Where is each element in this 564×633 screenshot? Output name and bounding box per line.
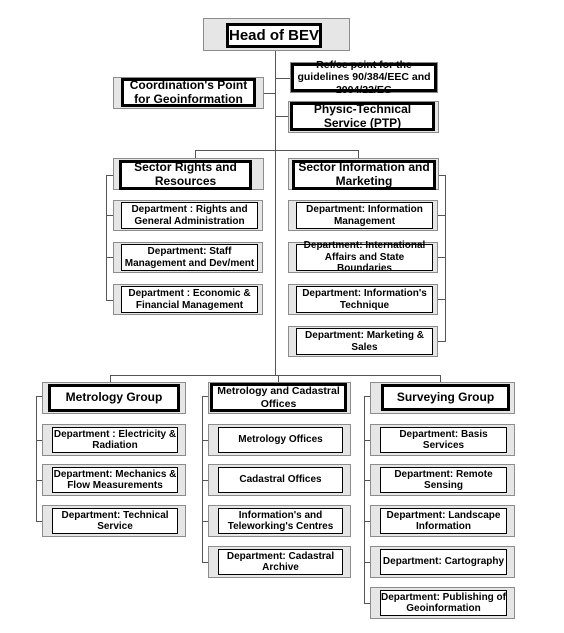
- department-box-label: Department: Marketing & Sales: [296, 328, 433, 355]
- department-box-label: Department: Basis Services: [380, 427, 507, 453]
- department-box-label: Department: Information Management: [296, 202, 433, 229]
- department-box-label: Department : Economic & Financial Manage…: [121, 286, 258, 313]
- department-box-label: Cadastral Offices: [218, 467, 343, 493]
- connector-line: [36, 396, 42, 397]
- department-box-label: Department: International Affairs and St…: [296, 240, 433, 274]
- department-box-label: Department : Electricity & Radiation: [52, 427, 178, 453]
- connector-line: [202, 396, 203, 562]
- physic-technical-service-label: Physic-Technical Service (PTP): [290, 102, 435, 131]
- sector-information-marketing-label: Sector Information and Marketing: [292, 160, 436, 190]
- connector-line: [364, 396, 365, 603]
- connector-line: [278, 375, 279, 382]
- department-box-label: Department : Rights and General Administ…: [121, 202, 258, 229]
- department-box-label: Information's and Teleworking's Centres: [218, 508, 343, 534]
- connector-line: [263, 93, 275, 94]
- connector-line: [36, 396, 37, 521]
- connector-line: [438, 175, 445, 176]
- surveying-group-label: Surveying Group: [381, 384, 510, 411]
- connector-line: [106, 175, 107, 300]
- department-box-label: Department: Mechanics & Flow Measurement…: [52, 467, 178, 493]
- head-of-bev-label: Head of BEV: [226, 23, 322, 48]
- department-box-label: Department: Cartography: [380, 549, 507, 575]
- connector-line: [110, 375, 441, 376]
- department-box-label: Metrology Offices: [218, 427, 343, 453]
- connector-line: [438, 257, 445, 258]
- connector-line: [275, 78, 290, 79]
- department-box-label: Department: Cadastral Archive: [218, 549, 343, 575]
- connector-line: [440, 375, 441, 382]
- connector-line: [106, 215, 113, 216]
- connector-line: [195, 150, 359, 151]
- reference-point-label: Ref/ce point for the guidelines 90/384/E…: [291, 59, 437, 96]
- connector-line: [106, 300, 113, 301]
- metrology-group-label: Metrology Group: [48, 384, 180, 412]
- sector-rights-resources-label: Sector Rights and Resources: [119, 160, 252, 190]
- org-chart: Head of BEV Coordination's Point for Geoi…: [0, 0, 564, 633]
- connector-line: [202, 396, 208, 397]
- department-box-label: Department: Technical Service: [52, 508, 178, 534]
- department-box-label: Department: Remote Sensing: [380, 467, 507, 493]
- connector-line: [438, 299, 445, 300]
- department-box-label: Department: Landscape Information: [380, 508, 507, 534]
- connector-line: [275, 50, 276, 375]
- coordination-point-label: Coordination's Point for Geoinformation: [121, 78, 256, 107]
- department-box-label: Department: Information's Technique: [296, 286, 433, 313]
- connector-line: [438, 341, 445, 342]
- department-box-label: Department: Staff Management and Dev/men…: [121, 244, 258, 271]
- metrology-cadastral-offices-label: Metrology and Cadastral Offices: [210, 383, 347, 412]
- connector-line: [106, 257, 113, 258]
- connector-line: [445, 175, 446, 342]
- department-box-label: Department: Publishing of Geoinformation: [380, 590, 507, 616]
- connector-line: [438, 215, 445, 216]
- connector-line: [106, 175, 113, 176]
- connector-line: [275, 116, 288, 117]
- connector-line: [110, 375, 111, 382]
- connector-line: [364, 396, 370, 397]
